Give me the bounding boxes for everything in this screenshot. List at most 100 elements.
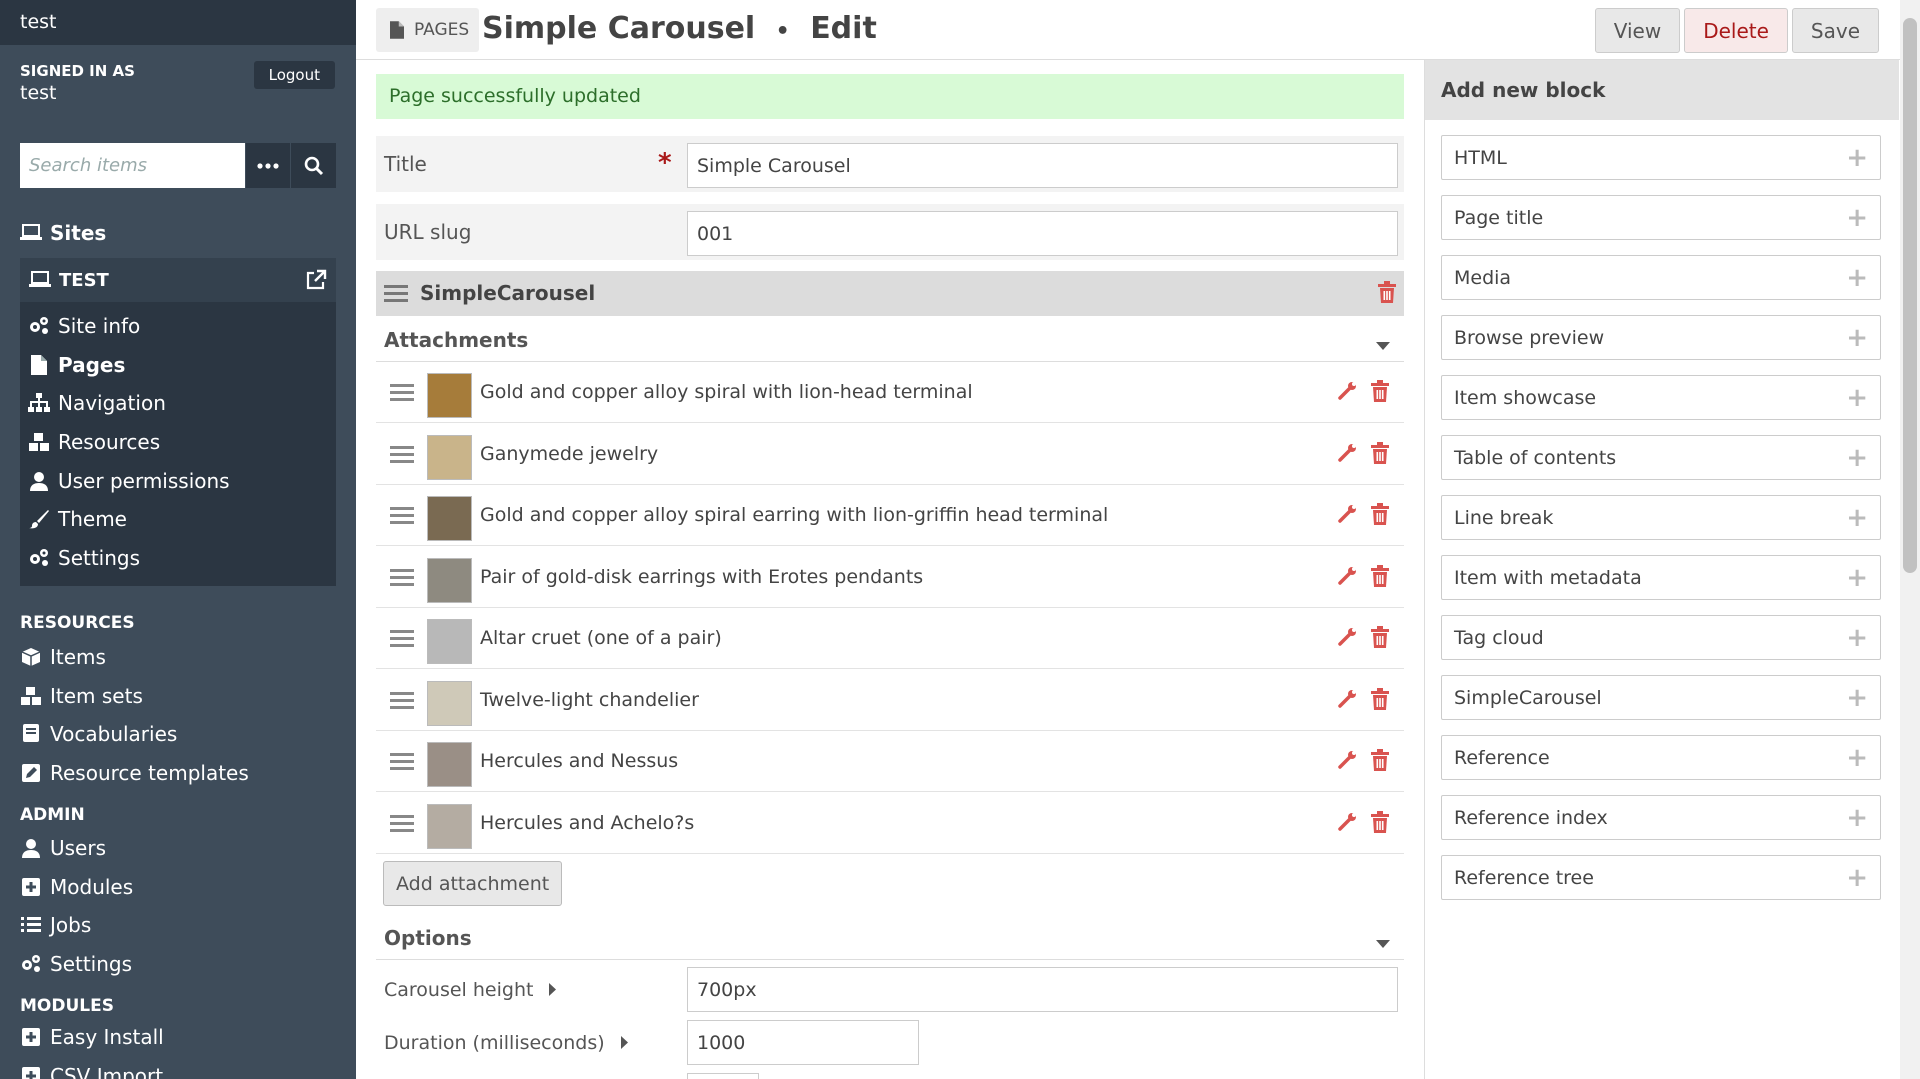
sidebar: test SIGNED IN AS test Logout Search ite… xyxy=(0,0,356,1079)
add-block-button[interactable]: Browse preview + xyxy=(1441,315,1881,360)
add-block-button[interactable]: Reference index + xyxy=(1441,795,1881,840)
info-toggle-icon[interactable] xyxy=(620,1032,629,1054)
info-toggle-icon[interactable] xyxy=(549,979,557,1001)
drag-handle-icon[interactable] xyxy=(390,504,414,531)
delete-button[interactable]: Delete xyxy=(1684,8,1788,53)
search-input[interactable]: Search items xyxy=(20,143,245,188)
site-item-user-permissions[interactable]: User permissions xyxy=(20,461,336,500)
drag-handle-icon[interactable] xyxy=(390,812,414,839)
drag-handle-icon[interactable] xyxy=(390,689,414,716)
site-item-settings[interactable]: Settings xyxy=(20,539,336,578)
plus-icon: + xyxy=(1846,742,1868,773)
wrench-icon[interactable] xyxy=(1338,688,1358,713)
trash-icon[interactable] xyxy=(1371,626,1389,653)
plus-square-icon xyxy=(20,1065,42,1079)
title-field: Title * Simple Carousel xyxy=(376,136,1404,192)
attachment-thumbnail xyxy=(427,803,472,849)
block-name: SimpleCarousel xyxy=(420,281,596,305)
wrench-icon[interactable] xyxy=(1338,811,1358,836)
nav-vocabularies[interactable]: Vocabularies xyxy=(20,715,249,754)
nav-jobs[interactable]: Jobs xyxy=(20,906,133,945)
nav-settings[interactable]: Settings xyxy=(20,945,133,984)
breadcrumb[interactable]: PAGES xyxy=(376,8,480,52)
delete-block-icon[interactable] xyxy=(1378,281,1396,308)
wrench-icon[interactable] xyxy=(1338,565,1358,590)
install-name[interactable]: test xyxy=(0,0,356,45)
add-block-button[interactable]: Reference tree + xyxy=(1441,855,1881,900)
attachments-heading: Attachments xyxy=(384,328,529,352)
add-block-button[interactable]: Table of contents + xyxy=(1441,435,1881,480)
drag-handle-icon[interactable] xyxy=(390,627,414,654)
carousel-height-input[interactable]: 700px xyxy=(687,967,1398,1012)
next-option-input[interactable] xyxy=(687,1073,759,1079)
wrench-icon[interactable] xyxy=(1338,749,1358,774)
wrench-icon[interactable] xyxy=(1338,380,1358,405)
plus-square-icon xyxy=(20,1026,42,1048)
add-block-button[interactable]: SimpleCarousel + xyxy=(1441,675,1881,720)
nav-modules[interactable]: Modules xyxy=(20,868,133,907)
page-scrollbar[interactable] xyxy=(1900,0,1920,1079)
site-item-navigation[interactable]: Navigation xyxy=(20,384,336,423)
drag-handle-icon[interactable] xyxy=(390,566,414,593)
nav-item-sets[interactable]: Item sets xyxy=(20,677,249,716)
nav-csv-import[interactable]: CSV Import xyxy=(20,1057,164,1079)
trash-icon[interactable] xyxy=(1371,503,1389,530)
logout-button[interactable]: Logout xyxy=(253,61,335,89)
add-block-button[interactable]: Item with metadata + xyxy=(1441,555,1881,600)
collapse-icon[interactable] xyxy=(1376,334,1390,356)
options-header[interactable]: Options xyxy=(376,914,1404,960)
page-actions: View Delete Save xyxy=(1594,8,1879,53)
site-item-pages[interactable]: Pages xyxy=(20,346,336,385)
drag-handle-icon[interactable] xyxy=(390,750,414,777)
add-block-button[interactable]: Reference + xyxy=(1441,735,1881,780)
external-link-icon[interactable] xyxy=(305,269,327,291)
add-block-button[interactable]: Page title + xyxy=(1441,195,1881,240)
add-block-button[interactable]: HTML + xyxy=(1441,135,1881,180)
block-type-label: Reference tree xyxy=(1454,866,1594,889)
search-button[interactable] xyxy=(291,143,337,188)
site-item-site-info[interactable]: Site info xyxy=(20,307,336,346)
page-form: Page successfully updated Title * Simple… xyxy=(376,74,1404,1079)
duration-input[interactable]: 1000 xyxy=(687,1020,919,1065)
trash-icon[interactable] xyxy=(1371,749,1389,776)
add-block-button[interactable]: Tag cloud + xyxy=(1441,615,1881,660)
nav-users[interactable]: Users xyxy=(20,829,133,868)
user-icon xyxy=(20,837,42,859)
wrench-icon[interactable] xyxy=(1338,442,1358,467)
view-button[interactable]: View xyxy=(1594,8,1681,53)
add-block-button[interactable]: Media + xyxy=(1441,255,1881,300)
drag-handle-icon[interactable] xyxy=(384,282,408,309)
slug-input[interactable]: 001 xyxy=(687,211,1398,256)
gears-icon xyxy=(28,547,50,569)
collapse-icon[interactable] xyxy=(1376,932,1390,954)
trash-icon[interactable] xyxy=(1371,441,1389,469)
trash-icon[interactable] xyxy=(1371,687,1389,715)
site-name[interactable]: TEST xyxy=(59,270,109,291)
add-block-button[interactable]: Item showcase + xyxy=(1441,375,1881,420)
save-button[interactable]: Save xyxy=(1791,8,1879,53)
attachments-header[interactable]: Attachments xyxy=(376,316,1404,362)
sites-link[interactable]: Sites xyxy=(20,221,106,245)
nav-easy-install[interactable]: Easy Install xyxy=(20,1018,164,1057)
trash-icon[interactable] xyxy=(1371,380,1389,407)
nav-items[interactable]: Items xyxy=(20,638,249,677)
drag-handle-icon[interactable] xyxy=(390,443,414,470)
drag-handle-icon[interactable] xyxy=(390,381,414,408)
attachment-row: Gold and copper alloy spiral earring wit… xyxy=(376,485,1404,546)
add-block-button[interactable]: Line break + xyxy=(1441,495,1881,540)
nav-resource-templates[interactable]: Resource templates xyxy=(20,754,249,793)
wrench-icon[interactable] xyxy=(1338,503,1358,528)
block-type-label: Media xyxy=(1454,266,1512,289)
attachment-row: Altar cruet (one of a pair) xyxy=(376,608,1404,669)
title-input[interactable]: Simple Carousel xyxy=(687,143,1398,188)
site-item-resources[interactable]: Resources xyxy=(20,423,336,462)
success-message: Page successfully updated xyxy=(376,74,1404,119)
trash-icon[interactable] xyxy=(1371,564,1389,592)
site-item-theme[interactable]: Theme xyxy=(20,500,336,539)
advanced-search-button[interactable] xyxy=(245,143,291,188)
attachment-row: Gold and copper alloy spiral with lion-h… xyxy=(376,362,1404,423)
add-attachment-button[interactable]: Add attachment xyxy=(383,861,563,906)
scrollbar-thumb[interactable] xyxy=(1903,18,1917,573)
trash-icon[interactable] xyxy=(1371,810,1389,838)
wrench-icon[interactable] xyxy=(1338,626,1358,651)
